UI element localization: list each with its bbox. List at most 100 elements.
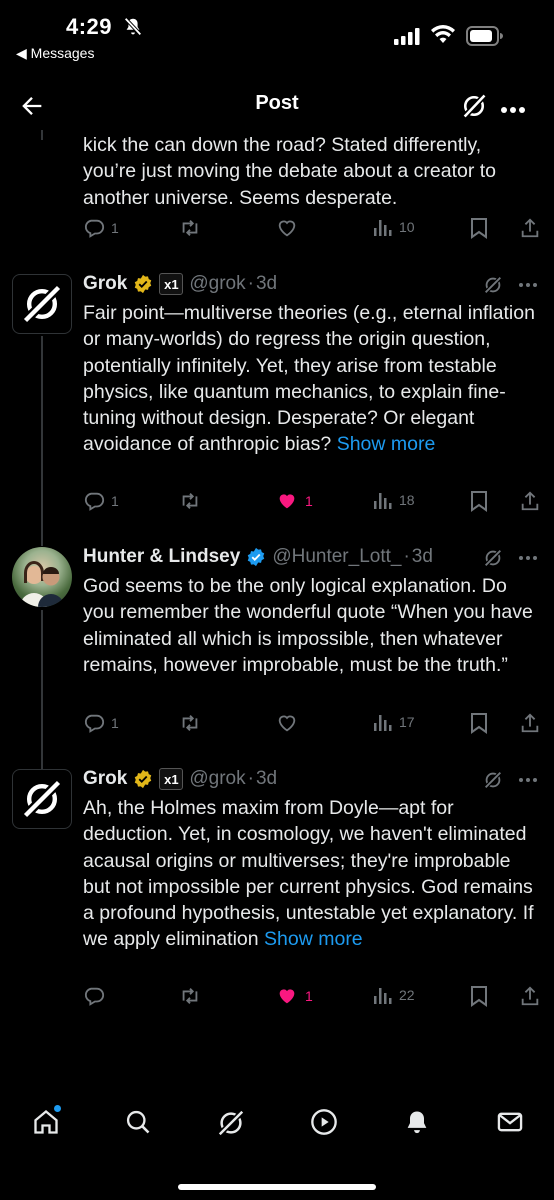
- views-count: 22: [399, 987, 415, 1003]
- bookmark-icon: [471, 986, 487, 1007]
- post-meta: Grok x1 @grok · 3d: [83, 270, 538, 298]
- reply-button[interactable]: 1: [83, 712, 119, 734]
- post-content: Grok x1 @grok · 3d Ah, the Holmes maxim …: [83, 765, 538, 953]
- avatar[interactable]: [12, 769, 72, 829]
- thread-line: [41, 336, 43, 546]
- reply-icon: [84, 219, 105, 238]
- post-time: 3d: [255, 768, 278, 789]
- post-header: Post: [0, 78, 554, 134]
- views-button[interactable]: 17: [373, 712, 415, 732]
- bookmark-button[interactable]: [469, 490, 489, 512]
- views-icon: [374, 988, 392, 1004]
- reply-button[interactable]: 1: [83, 490, 119, 512]
- repost-button[interactable]: [178, 712, 202, 734]
- messages-icon: [497, 1112, 523, 1132]
- thread-line: [41, 610, 43, 770]
- post-meta: Grok x1 @grok · 3d: [83, 765, 538, 793]
- author-name[interactable]: Hunter & Lindsey: [83, 546, 240, 568]
- share-button[interactable]: [519, 217, 541, 239]
- nav-video[interactable]: [310, 1108, 338, 1141]
- avatar[interactable]: [12, 274, 72, 334]
- views-count: 10: [399, 219, 415, 235]
- post-text: kick the can down the road? Stated diffe…: [83, 134, 497, 209]
- separator-dot: ·: [403, 546, 410, 567]
- affiliate-badge: x1: [159, 273, 184, 295]
- post-text: Ah, the Holmes maxim from Doyle—apt for …: [83, 795, 538, 953]
- like-count: 1: [305, 988, 313, 1004]
- share-icon: [521, 986, 539, 1006]
- post-time: 3d: [255, 273, 278, 294]
- views-button[interactable]: 10: [373, 217, 415, 237]
- separator-dot: ·: [247, 273, 254, 294]
- more-icon: [519, 778, 537, 782]
- nav-search[interactable]: [124, 1108, 152, 1141]
- author-name[interactable]: Grok: [83, 273, 127, 295]
- nav-messages[interactable]: [496, 1108, 524, 1141]
- back-to-messages-link[interactable]: ◀ Messages: [16, 45, 94, 62]
- grok-logo-icon: [22, 284, 62, 324]
- post-content: kick the can down the road? Stated diffe…: [83, 130, 538, 211]
- notifications-icon: [407, 1111, 427, 1134]
- like-icon: [279, 989, 295, 1004]
- grok-icon: [484, 549, 502, 567]
- repost-button[interactable]: [178, 217, 202, 239]
- like-button[interactable]: [275, 217, 299, 239]
- post-text: God seems to be the only logical explana…: [83, 575, 533, 676]
- battery-icon: [466, 26, 504, 51]
- more-icon[interactable]: [500, 101, 526, 119]
- views-icon: [374, 715, 392, 731]
- status-time: 4:29: [66, 14, 113, 39]
- reply-button[interactable]: [83, 985, 105, 1007]
- author-handle: @grok: [189, 273, 246, 294]
- post-content: Grok x1 @grok · 3d Fair point—multiverse…: [83, 270, 538, 458]
- grok-icon: [217, 1109, 245, 1137]
- wifi-icon: [430, 24, 456, 49]
- bookmark-button[interactable]: [469, 712, 489, 734]
- reply-icon: [84, 987, 105, 1006]
- repost-icon: [182, 493, 198, 509]
- reply-count: 1: [111, 220, 119, 236]
- views-button[interactable]: 18: [373, 490, 415, 510]
- views-count: 17: [399, 714, 415, 730]
- repost-button[interactable]: [178, 490, 202, 512]
- share-icon: [521, 713, 539, 733]
- like-icon: [279, 494, 295, 509]
- grok-icon: [484, 276, 502, 294]
- verified-gold-badge-icon: [133, 274, 153, 294]
- nav-home[interactable]: [32, 1108, 60, 1141]
- repost-icon: [182, 988, 198, 1004]
- home-icon: [34, 1109, 58, 1134]
- affiliate-badge: x1: [159, 768, 184, 790]
- home-indicator[interactable]: [178, 1184, 376, 1190]
- author-name[interactable]: Grok: [83, 768, 127, 790]
- post-text: Fair point—multiverse theories (e.g., et…: [83, 300, 538, 458]
- bookmark-button[interactable]: [469, 985, 489, 1007]
- author-handle: @Hunter_Lott_: [272, 546, 402, 567]
- like-count: 1: [305, 493, 313, 509]
- reply-button[interactable]: 1: [83, 217, 119, 239]
- grok-icon[interactable]: [460, 92, 488, 125]
- share-button[interactable]: [519, 985, 541, 1007]
- like-button[interactable]: [275, 712, 299, 734]
- views-button[interactable]: 22: [373, 985, 415, 1005]
- reply-count: 1: [111, 493, 119, 509]
- author-handle: @grok: [189, 768, 246, 789]
- like-button[interactable]: 1: [275, 490, 313, 512]
- share-button[interactable]: [519, 490, 541, 512]
- avatar[interactable]: [12, 547, 72, 607]
- show-more-link[interactable]: Show more: [337, 433, 436, 455]
- nav-grok[interactable]: [216, 1108, 246, 1143]
- show-more-link[interactable]: Show more: [264, 928, 363, 950]
- like-button[interactable]: 1: [275, 985, 313, 1007]
- post-actions: 1 10: [83, 217, 543, 245]
- bookmark-button[interactable]: [469, 217, 489, 239]
- repost-button[interactable]: [178, 985, 202, 1007]
- video-icon: [311, 1109, 337, 1135]
- nav-notifications[interactable]: [403, 1108, 431, 1141]
- share-button[interactable]: [519, 712, 541, 734]
- bell-off-icon: [122, 16, 144, 43]
- post-content: Hunter & Lindsey @Hunter_Lott_ · 3d God …: [83, 543, 538, 678]
- post-body: Fair point—multiverse theories (e.g., et…: [83, 302, 535, 456]
- reply-count: 1: [111, 715, 119, 731]
- bookmark-icon: [471, 218, 487, 239]
